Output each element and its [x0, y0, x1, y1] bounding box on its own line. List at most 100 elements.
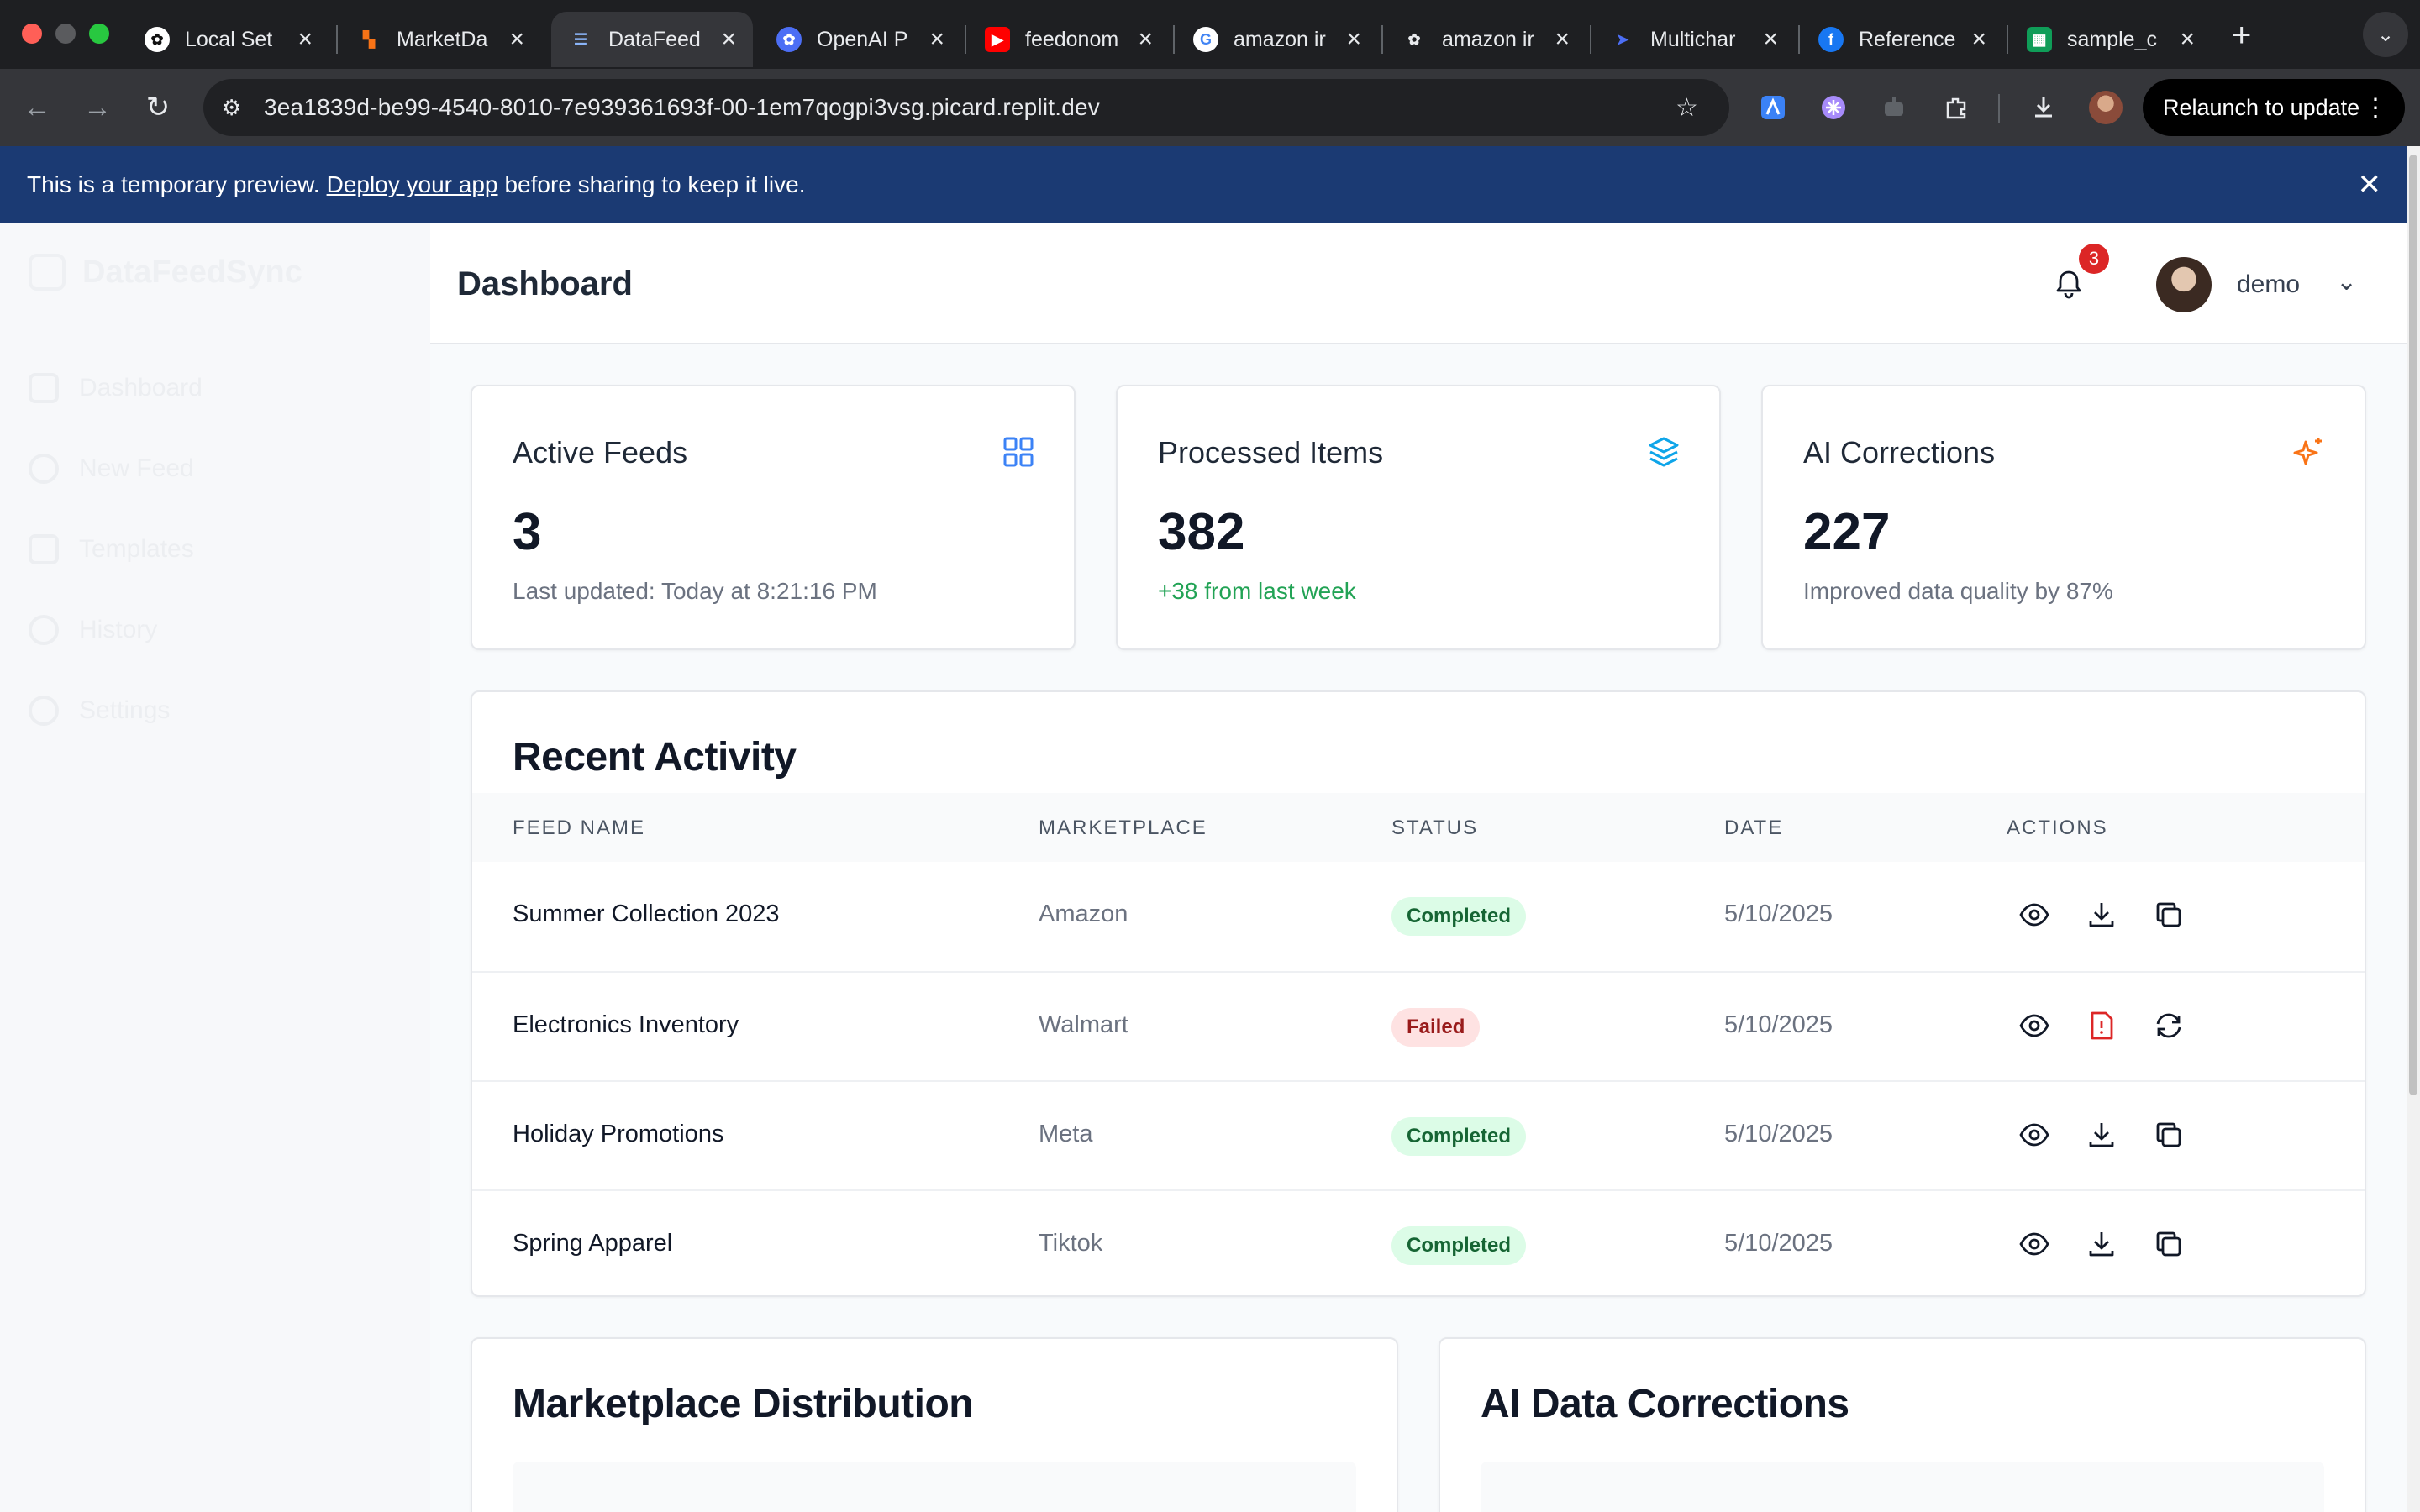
profile-avatar[interactable] [2087, 89, 2124, 126]
close-tab-icon[interactable]: × [509, 25, 524, 54]
relaunch-label: Relaunch to update [2163, 94, 2360, 120]
sidebar-item-settings[interactable]: Settings [29, 696, 170, 726]
table-row: Spring Apparel Tiktok Completed 5/10/202… [472, 1189, 2365, 1299]
section-title: Marketplace Distribution [513, 1382, 974, 1426]
avatar[interactable] [2156, 257, 2212, 312]
browser-tab-active[interactable]: ☰ DataFeed × [551, 12, 753, 67]
eye-icon[interactable] [2018, 1010, 2050, 1042]
copy-icon[interactable] [2153, 1228, 2185, 1260]
sidebar-item-dashboard[interactable]: Dashboard [29, 373, 203, 403]
forward-arrow-icon[interactable]: → [77, 87, 118, 128]
close-tab-icon[interactable]: × [1138, 25, 1153, 54]
extensions-puzzle-icon[interactable] [1938, 89, 1975, 126]
eye-icon[interactable] [2018, 1119, 2050, 1151]
close-tab-icon[interactable]: × [1346, 25, 1361, 54]
reload-icon[interactable]: ↻ [138, 87, 178, 128]
retry-icon[interactable] [2153, 1010, 2185, 1042]
close-tab-icon[interactable]: × [297, 25, 313, 54]
date: 5/10/2025 [1724, 900, 1833, 927]
openai-icon: ✿ [1407, 30, 1421, 48]
close-window-button[interactable] [22, 24, 42, 44]
sidebar-item-label: Dashboard [79, 374, 203, 402]
close-tab-icon[interactable]: × [1971, 25, 1986, 54]
browser-tab[interactable]: ➤ Multichar × [1593, 12, 1795, 67]
eye-icon[interactable] [2018, 1228, 2050, 1260]
feed-name: Holiday Promotions [513, 1121, 724, 1147]
date: 5/10/2025 [1724, 1121, 1833, 1147]
tab-title: feedonom [1025, 27, 1119, 51]
more-vertical-icon[interactable]: ⋮ [2363, 93, 2388, 123]
ai-data-corrections-card: AI Data Corrections [1439, 1337, 2366, 1512]
scrollbar-thumb[interactable] [2409, 155, 2417, 1095]
minimize-window-button[interactable] [55, 24, 76, 44]
facebook-icon: f [1818, 27, 1844, 52]
browser-tab[interactable]: ✿ Local Set × [128, 12, 329, 67]
extension-robot-icon[interactable] [1876, 89, 1912, 126]
chevron-down-icon[interactable]: ⌄ [2336, 267, 2357, 297]
banner-text-after: before sharing to keep it live. [504, 171, 806, 197]
status-badge: Failed [1392, 1008, 1481, 1047]
bookmark-star-icon[interactable]: ☆ [1676, 93, 1698, 123]
extension-perplexity-icon[interactable] [1815, 89, 1852, 126]
close-tab-icon[interactable]: × [721, 25, 736, 54]
close-tab-icon[interactable]: × [2180, 25, 2195, 54]
download-icon[interactable] [2086, 1119, 2118, 1151]
column-header: ACTIONS [2007, 816, 2108, 839]
tab-title: MarketDa [397, 27, 488, 51]
error-file-icon[interactable] [2086, 1010, 2118, 1042]
sidebar-item-new-feed[interactable]: New Feed [29, 454, 194, 484]
browser-tab[interactable]: f Reference × [1802, 12, 2003, 67]
notification-badge: 3 [2079, 244, 2109, 274]
column-header: DATE [1724, 816, 1784, 839]
column-header: MARKETPLACE [1039, 816, 1207, 839]
google-icon: G [1193, 27, 1218, 52]
bell-icon[interactable] [2050, 265, 2087, 302]
openai-icon: ✿ [145, 27, 170, 52]
download-icon[interactable] [2025, 89, 2062, 126]
sidebar-item-templates[interactable]: Templates [29, 534, 194, 564]
status-badge: Completed [1392, 1226, 1527, 1265]
browser-tab[interactable]: ✿ amazon ir × [1385, 12, 1586, 67]
address-bar[interactable]: ⚙ 3ea1839d-be99-4540-8010-7e939361693f-0… [203, 79, 1729, 136]
marketplace: Tiktok [1039, 1230, 1103, 1257]
download-icon[interactable] [2086, 1228, 2118, 1260]
copy-icon[interactable] [2153, 1119, 2185, 1151]
recent-activity-card: Recent Activity FEED NAME MARKETPLACE ST… [471, 690, 2366, 1297]
stat-card-ai-corrections: AI Corrections 227 Improved data quality… [1761, 385, 2366, 650]
stat-value: 227 [1803, 503, 1891, 561]
marketdata-icon: ▚ [363, 30, 375, 48]
marketplace: Amazon [1039, 900, 1128, 927]
copy-icon[interactable] [2153, 899, 2185, 931]
eye-icon[interactable] [2018, 899, 2050, 931]
sidebar-item-history[interactable]: History [29, 615, 157, 645]
download-icon[interactable] [2086, 899, 2118, 931]
tab-title: Multichar [1650, 27, 1736, 51]
close-tab-icon[interactable]: × [929, 25, 944, 54]
browser-tab[interactable]: G amazon ir × [1176, 12, 1378, 67]
relaunch-button[interactable]: Relaunch to update ⋮ [2143, 79, 2405, 136]
close-tab-icon[interactable]: × [1555, 25, 1570, 54]
tab-title: Local Set [185, 27, 273, 51]
close-icon[interactable]: ✕ [2358, 168, 2382, 202]
browser-tab[interactable]: ▚ MarketDa × [339, 12, 541, 67]
feed-name: Summer Collection 2023 [513, 900, 780, 927]
browser-tab[interactable]: ✿ OpenAI P × [760, 12, 961, 67]
browser-tab[interactable]: ▶ feedonom × [968, 12, 1170, 67]
user-name[interactable]: demo [2237, 270, 2300, 299]
new-tab-icon[interactable]: + [2232, 17, 2251, 55]
maximize-window-button[interactable] [89, 24, 109, 44]
arrow-logo-icon: ➤ [1616, 30, 1629, 48]
close-tab-icon[interactable]: × [1763, 25, 1778, 54]
table-row: Holiday Promotions Meta Completed 5/10/2… [472, 1080, 2365, 1189]
tab-search-chevron-icon[interactable]: ⌄ [2363, 12, 2408, 57]
back-arrow-icon[interactable]: ← [17, 87, 57, 128]
site-settings-icon[interactable]: ⚙ [222, 95, 241, 121]
stat-value: 3 [513, 503, 542, 561]
extension-a-icon[interactable] [1754, 89, 1791, 126]
page-scrollbar[interactable] [2407, 146, 2420, 1512]
template-icon [29, 534, 59, 564]
stat-subtext: Last updated: Today at 8:21:16 PM [513, 578, 877, 604]
deploy-link[interactable]: Deploy your app [327, 171, 498, 198]
browser-tab[interactable]: ▦ sample_c × [2010, 12, 2212, 67]
column-header: FEED NAME [513, 816, 646, 839]
